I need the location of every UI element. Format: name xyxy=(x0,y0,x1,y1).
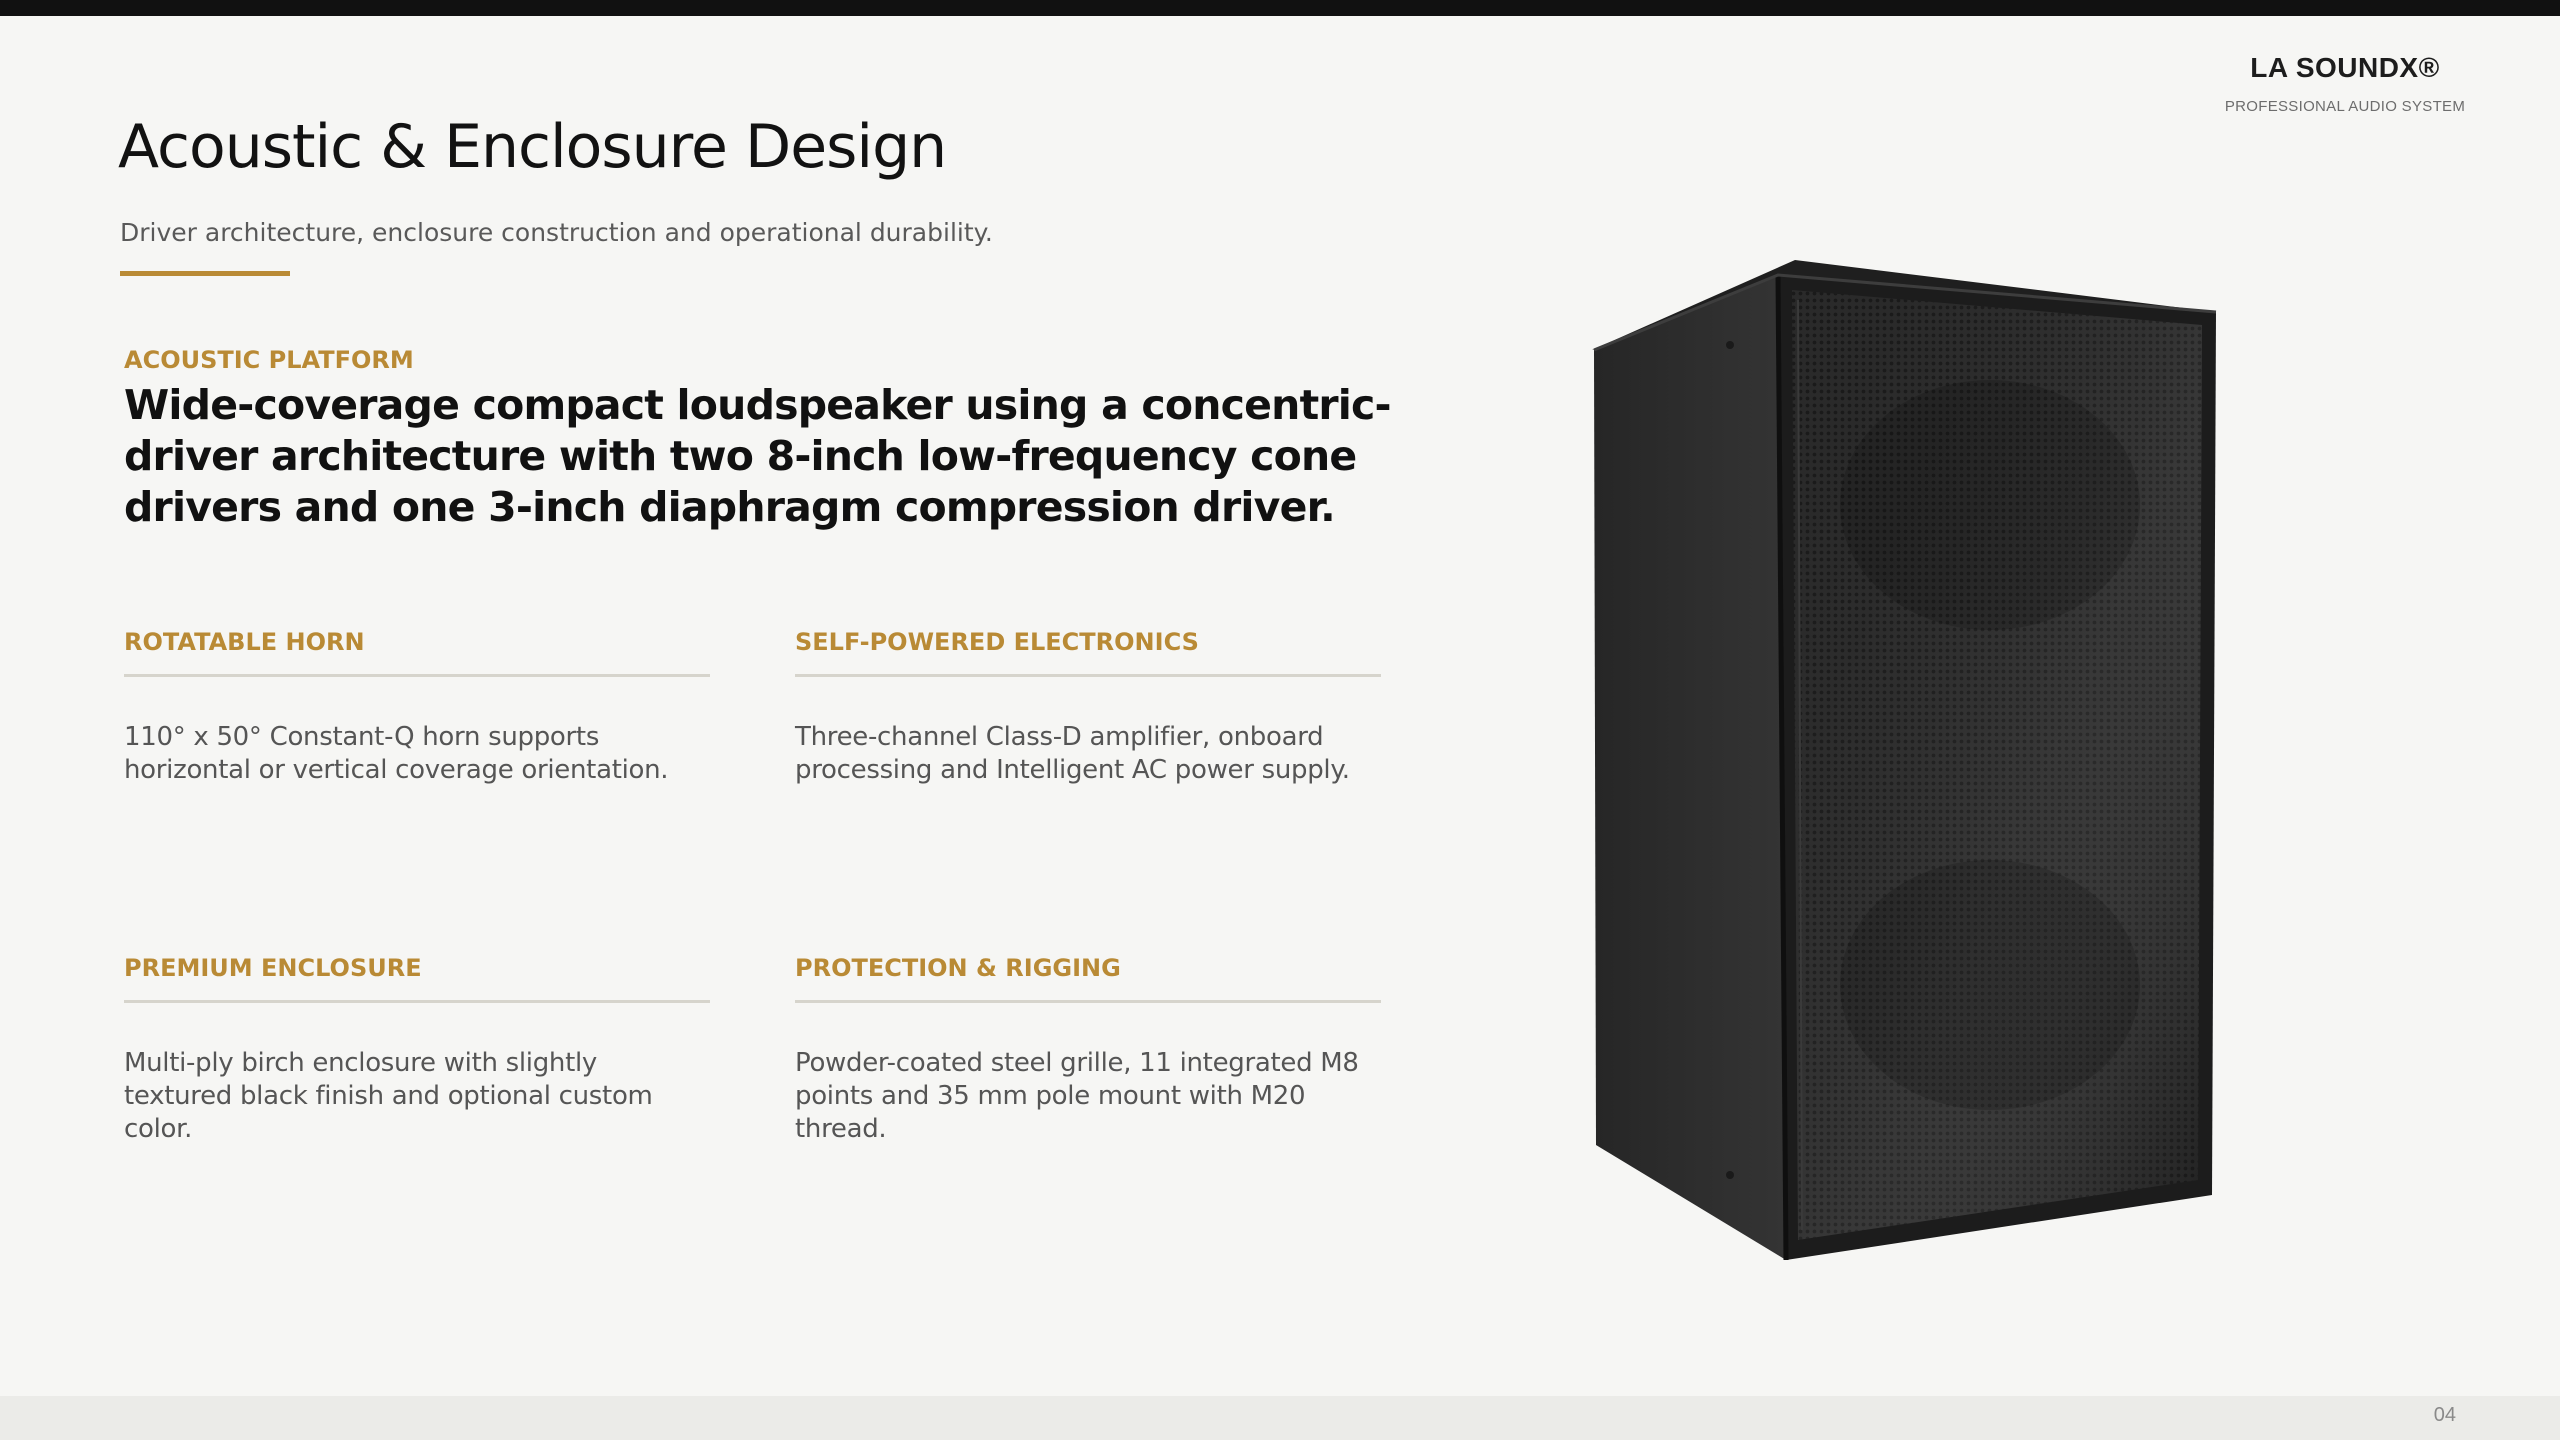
top-bar xyxy=(0,0,2560,16)
feature-description: Multi-ply birch enclosure with slightly … xyxy=(124,1048,653,1144)
brand-name: LA SOUNDX® xyxy=(2250,52,2440,83)
footer-band xyxy=(0,1396,2560,1440)
feature-self-powered-electronics: SELF-POWERED ELECTRONICS Three-channel C… xyxy=(795,628,1381,787)
page-title: Acoustic & Enclosure Design xyxy=(118,112,947,182)
brand-tagline: PROFESSIONAL AUDIO SYSTEM xyxy=(2224,98,2466,115)
feature-protection-rigging: PROTECTION & RIGGING Powder-coated steel… xyxy=(795,954,1381,1146)
feature-title: PROTECTION & RIGGING xyxy=(795,954,1121,982)
feature-description: Three-channel Class-D amplifier, onboard… xyxy=(795,722,1350,785)
feature-premium-enclosure: PREMIUM ENCLOSURE Multi-ply birch enclos… xyxy=(124,954,710,1146)
page-number: 04 xyxy=(2433,1404,2456,1426)
feature-divider xyxy=(124,1000,710,1003)
feature-title: SELF-POWERED ELECTRONICS xyxy=(795,628,1199,656)
feature-title: PREMIUM ENCLOSURE xyxy=(124,954,422,982)
page-subtitle: Driver architecture, enclosure construct… xyxy=(120,218,993,247)
feature-rotatable-horn: ROTATABLE HORN 110° x 50° Constant-Q hor… xyxy=(124,628,710,787)
feature-title: ROTATABLE HORN xyxy=(124,628,365,656)
lead-statement: Wide-coverage compact loudspeaker using … xyxy=(124,381,1392,531)
loudspeaker-image xyxy=(1592,260,2217,1261)
section-kicker: ACOUSTIC PLATFORM xyxy=(124,346,414,374)
brand-logo: LA SOUNDX® PROFESSIONAL AUDIO SYSTEM xyxy=(2220,52,2470,115)
feature-divider xyxy=(124,674,710,677)
feature-description: Powder-coated steel grille, 11 integrate… xyxy=(795,1048,1359,1144)
feature-divider xyxy=(795,674,1381,677)
feature-description: 110° x 50° Constant-Q horn supports hori… xyxy=(124,722,669,785)
feature-divider xyxy=(795,1000,1381,1003)
accent-divider xyxy=(120,271,290,276)
